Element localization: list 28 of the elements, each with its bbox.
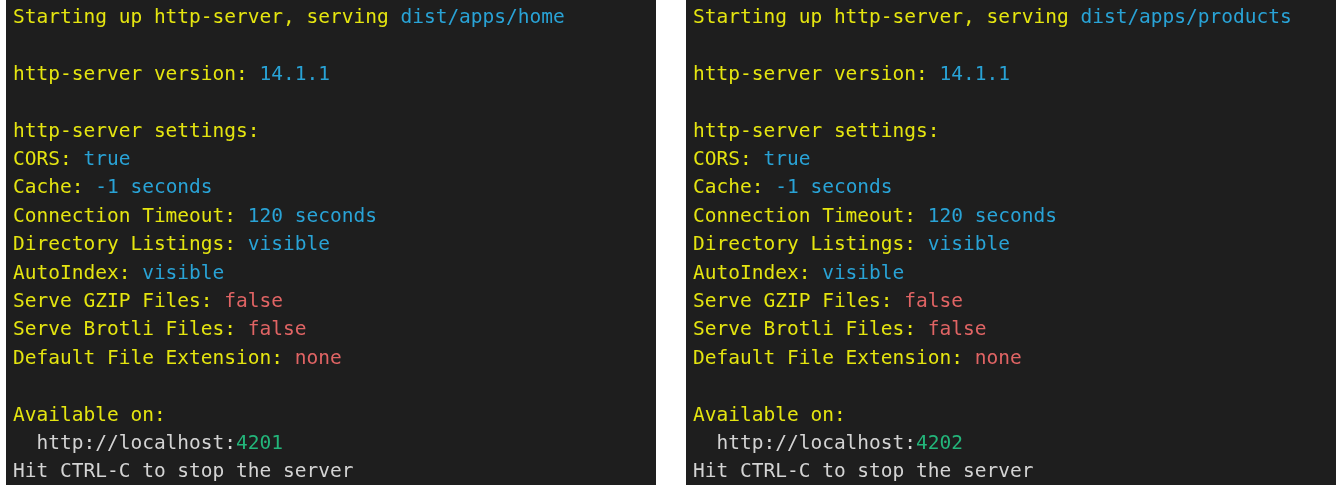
terminal-line: CORS: true [693,146,811,172]
terminal-line: Hit CTRL-C to stop the server [693,458,1034,485]
terminal-line: http://localhost:4202 [715,430,964,457]
terminal-line: Cache: -1 seconds [693,174,893,201]
terminal-line: Default File Extension: none [13,344,342,371]
terminal-line: Directory Listings: visible [13,231,330,258]
terminal-line: Serve Brotli Files: false [13,316,307,343]
terminal-line: AutoIndex: visible [693,259,905,286]
terminal-line: Starting up http-server, serving dist/apps/products [693,4,1292,30]
terminal-line: Connection Timeout: 120 seconds [13,202,377,229]
terminal-line: http-server settings: [13,117,260,144]
terminal-line: Connection Timeout: 120 seconds [693,202,1057,229]
terminal-line: Starting up http-server, serving dist/apps/home [13,4,565,30]
terminal-line: Hit CTRL-C to stop the server [13,458,354,485]
terminal-line: Cache: -1 seconds [13,174,213,201]
terminal-line: http-server settings: [693,117,940,144]
terminal-line: CORS: true [13,146,131,172]
terminal-line: Available on: [13,401,166,428]
terminal-line: Serve GZIP Files: false [13,288,284,315]
terminal-line: Serve Brotli Files: false [693,316,987,343]
terminal-line: AutoIndex: visible [13,259,225,286]
terminal-line: Default File Extension: none [693,344,1022,371]
terminal-line: http-server version: 14.1.1 [13,60,330,87]
terminal-line: http://localhost:4201 [35,430,284,457]
terminal-line: Directory Listings: visible [693,231,1010,258]
terminal-line: Available on: [693,401,846,428]
terminal-line: Serve GZIP Files: false [693,288,964,315]
terminal-line: http-server version: 14.1.1 [693,60,1010,87]
